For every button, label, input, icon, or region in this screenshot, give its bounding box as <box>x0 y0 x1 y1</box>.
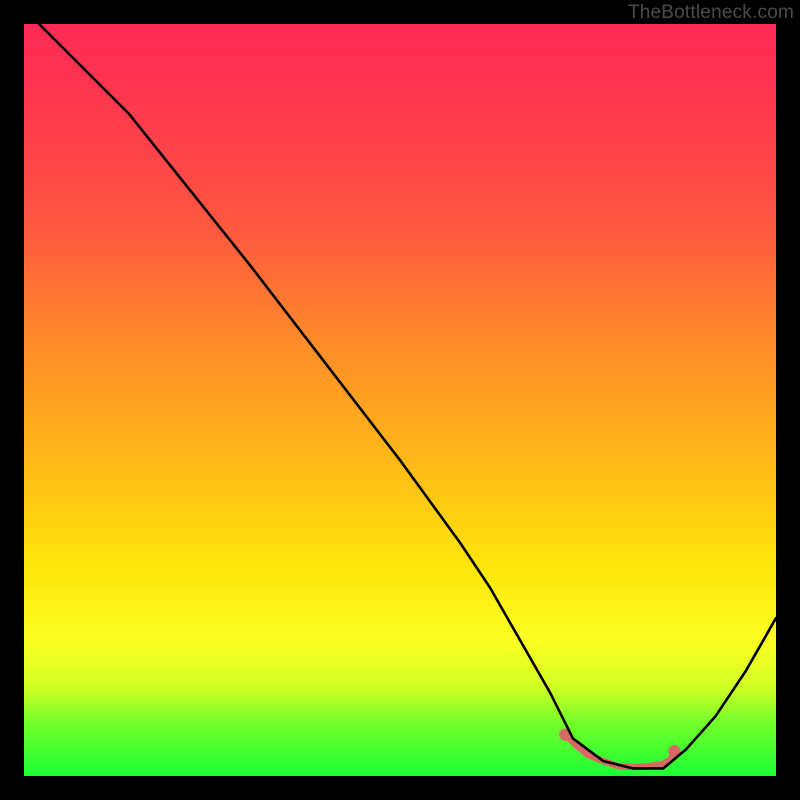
plot-area <box>24 24 776 776</box>
flat-segment-highlight <box>565 735 674 767</box>
attribution-text: TheBottleneck.com <box>628 2 794 24</box>
bottleneck-curve-line <box>39 24 776 768</box>
chart-svg <box>24 24 776 776</box>
chart-frame: TheBottleneck.com <box>0 0 800 800</box>
